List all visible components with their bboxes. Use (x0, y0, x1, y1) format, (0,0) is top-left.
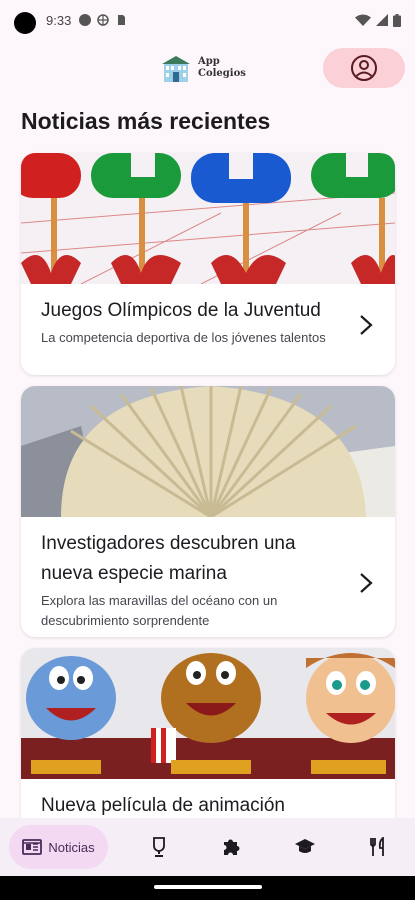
fork-knife-icon (370, 837, 385, 856)
news-card[interactable]: Investigadores descubren una nueva espec… (21, 386, 395, 637)
globe-icon (97, 14, 110, 26)
notification-dot-icon (79, 14, 92, 26)
news-subtitle: La competencia deportiva de los jóvenes … (41, 330, 326, 345)
news-title: Juegos Olímpicos de la Juventud (41, 300, 321, 321)
app-name-line1: App (198, 56, 220, 67)
nav-item-noticias[interactable]: Noticias (9, 825, 108, 869)
camera-cutout (14, 12, 36, 34)
news-title: Nueva película de animación (41, 795, 285, 816)
news-subtitle: Explora las maravillas del océano con un… (41, 593, 278, 628)
newspaper-icon (22, 839, 43, 855)
news-card-body: Investigadores descubren una nueva espec… (21, 517, 395, 637)
school-building-icon (162, 56, 190, 82)
app-header: App Colegios (0, 44, 415, 94)
news-image (21, 153, 395, 284)
chevron-right-icon[interactable] (359, 314, 373, 336)
app-logo: App Colegios (160, 52, 246, 84)
nav-item-trophy[interactable] (122, 825, 195, 869)
profile-button[interactable] (323, 48, 405, 88)
news-card-body: Juegos Olímpicos de la Juventud La compe… (21, 284, 395, 358)
app-name-line2: Colegios (198, 68, 246, 79)
chevron-right-icon[interactable] (359, 572, 373, 594)
puzzle-icon (223, 839, 240, 855)
signal-icon (376, 14, 388, 26)
news-card[interactable]: Juegos Olímpicos de la Juventud La compe… (21, 153, 395, 375)
news-card[interactable]: Nueva película de animación (21, 648, 395, 828)
nav-item-education[interactable] (268, 825, 341, 869)
system-gesture-area (0, 876, 415, 900)
news-title: Investigadores descubren una nueva espec… (41, 533, 296, 584)
news-image (21, 386, 395, 517)
trophy-icon (152, 837, 165, 857)
bottom-navigation: Noticias (0, 818, 415, 876)
nav-label-noticias: Noticias (48, 839, 95, 855)
news-image (21, 648, 395, 779)
wifi-icon (355, 14, 371, 26)
nav-item-puzzle[interactable] (195, 825, 268, 869)
status-bar: 9:33 (0, 0, 415, 40)
graduation-cap-icon (295, 839, 316, 853)
battery-icon (393, 13, 401, 27)
nav-item-dining[interactable] (342, 825, 415, 869)
home-gesture-bar[interactable] (154, 885, 262, 889)
seashell-photo (21, 386, 395, 517)
olympic-flowers-illustration (21, 153, 395, 284)
section-title: Noticias más recientes (21, 108, 271, 134)
status-time: 9:33 (46, 12, 72, 28)
cartoon-characters-cinema (21, 648, 395, 779)
sim-card-icon (118, 15, 126, 25)
account-circle-icon (351, 55, 377, 81)
